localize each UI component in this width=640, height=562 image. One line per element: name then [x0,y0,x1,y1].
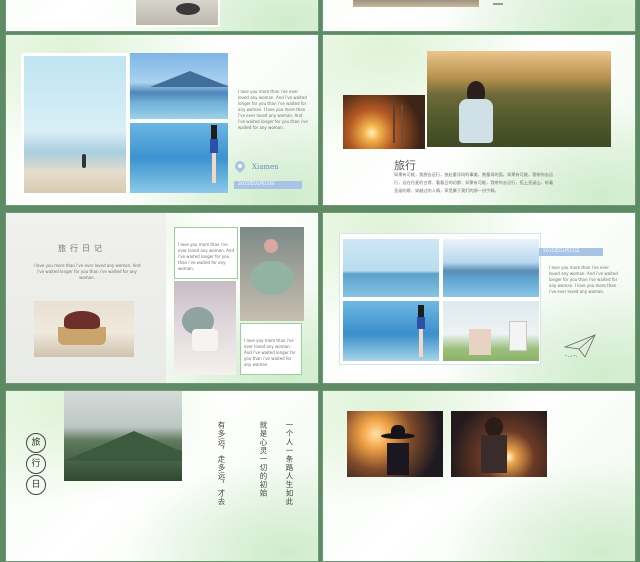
body-paragraph: I love you more than i've ever loved any… [238,89,308,130]
slide-top-right[interactable] [322,0,636,32]
map-pin-icon [232,158,248,174]
plant-shape [64,311,100,329]
pot-shape [58,327,106,345]
forest-photo [64,391,182,481]
date-caption: 2015年01月15日 [234,181,302,189]
succulent-photo [34,301,134,357]
text-line [493,3,503,5]
slide-bottom-left[interactable]: 旅 行 日 一个人一条路人生如此 就是心灵一切的初始 有多远，走多远，才去 [5,390,319,562]
text-box-top: I love you more than i've ever loved any… [174,227,238,279]
slide-travel[interactable]: 旅行 如果有可能，我想去远行，独赴重洋间的事美，数量再的面。如果有可能，我带你去… [322,34,636,206]
cactus-photo [240,227,304,321]
vertical-column-3: 有多远，走多远，才去 [217,421,226,506]
card-shape [469,329,491,355]
circle-char-1: 旅 [26,433,46,453]
beach-photo-large [21,53,129,196]
mountain-shape [150,71,228,87]
box-text: I love you more than i've ever loved any… [244,338,296,367]
slide-xiamen[interactable]: I love you more than i've ever loved any… [5,34,319,206]
location-label: Xiamen [252,163,279,171]
sea-mountain-photo [130,53,228,119]
girl-figure [479,417,509,473]
hill-shape [64,431,182,461]
stone-shape [176,3,200,15]
slide-bottom-right[interactable] [322,390,636,562]
grey-panel [6,213,166,383]
lighthouse-photo [443,301,539,361]
circle-char-3: 日 [26,475,46,495]
box-text: I love you more than i've ever loved any… [178,242,234,271]
hat-figure [381,425,415,475]
cactus-shape [250,261,294,295]
girl-figure [208,125,220,185]
girl-sea-photo [130,123,228,193]
girl-figure [415,305,427,359]
hat-sunset-photo [347,411,443,477]
text-box-bottom: I love you more than i've ever loved any… [240,323,302,375]
slide-diary[interactable]: 旅行日记 I love you more than i've ever love… [5,212,319,384]
person-sitting [455,81,497,143]
echeveria-photo [174,281,236,375]
vertical-column-1: 一个人一条路人生如此 [285,421,294,506]
sparkler-photo [451,411,547,477]
field-sunset-photo [427,51,611,147]
slide-title: 旅行日记 [58,244,106,253]
date-caption: 2015年01月15日 [539,248,603,256]
landscape-photo [353,0,479,7]
tower-shape [509,321,527,351]
sea-photo-1 [343,239,439,297]
body-paragraph: I love you more than i've ever loved any… [549,265,618,294]
slide-collage[interactable]: 2015年01月15日 I love you more than i've ev… [322,212,636,384]
person-figure [82,154,86,168]
slide-top-left[interactable] [5,0,319,32]
circle-char-2: 行 [26,454,46,474]
vertical-column-2: 就是心灵一切的初始 [259,421,268,498]
girl-sea-photo-2 [343,301,439,361]
stones-photo [134,0,220,27]
chinese-paragraph: 如果有可能，我想去远行，独赴重洋间的事美，数量再的面。如果有可能，我带你去远行，… [394,172,554,193]
sunset-photo [343,95,425,149]
paper-plane-icon [563,334,596,358]
intro-paragraph: I love you more than i've ever loved any… [33,263,141,280]
sea-photo-2 [443,239,539,297]
